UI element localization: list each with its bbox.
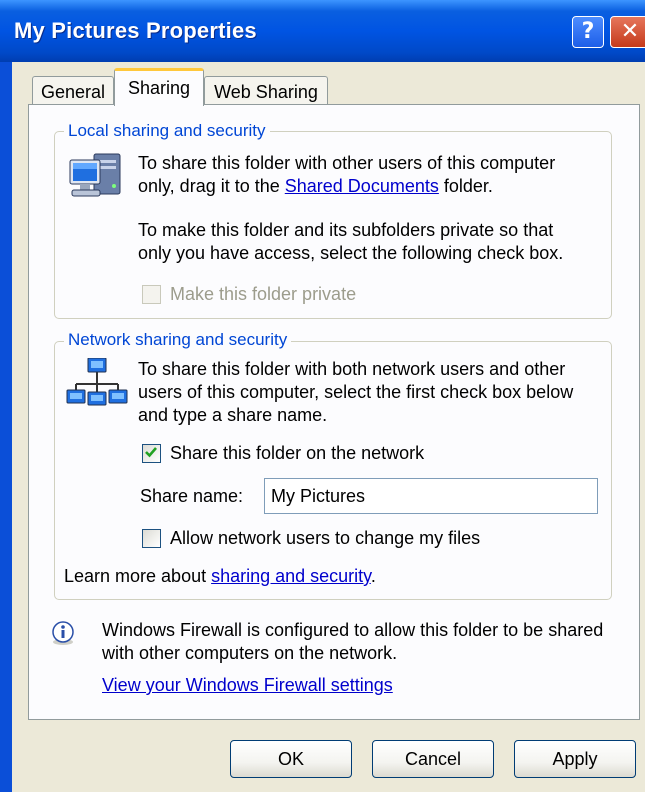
- share-name-label: Share name:: [140, 486, 244, 506]
- make-private-checkbox[interactable]: [142, 285, 161, 304]
- share-on-network-checkbox[interactable]: [142, 444, 161, 463]
- network-text-line1: To share this folder with both network u…: [138, 359, 566, 379]
- title-bar[interactable]: My Pictures Properties ? ✕: [0, 0, 645, 62]
- learn-more-prefix: Learn more about: [64, 566, 212, 586]
- info-icon: [52, 621, 74, 645]
- local-text-line2: only, drag it to the Shared Documents fo…: [138, 175, 493, 198]
- network-sharing-legend: Network sharing and security: [64, 330, 292, 350]
- tab-web-sharing[interactable]: Web Sharing: [204, 76, 328, 106]
- tab-sharing[interactable]: Sharing: [114, 68, 204, 106]
- network-text-line3: and type a share name.: [138, 405, 328, 425]
- help-button[interactable]: ?: [572, 16, 604, 48]
- cancel-button[interactable]: Cancel: [372, 740, 494, 778]
- network-icon: [66, 358, 128, 406]
- local-text-line1: To share this folder with other users of…: [138, 153, 556, 173]
- local-text-line2-suffix: folder.: [438, 176, 493, 196]
- local-sharing-legend: Local sharing and security: [64, 121, 270, 141]
- firewall-text-line2: with other computers on the network.: [102, 643, 398, 663]
- checkmark-icon: [145, 447, 157, 458]
- shared-documents-link[interactable]: Shared Documents: [285, 176, 439, 196]
- ok-button[interactable]: OK: [230, 740, 352, 778]
- properties-dialog: My Pictures Properties ? ✕ General Shari…: [0, 0, 645, 792]
- firewall-text-line1: Windows Firewall is configured to allow …: [102, 620, 604, 640]
- share-name-input[interactable]: [264, 478, 598, 514]
- learn-more-suffix: .: [370, 566, 376, 586]
- close-button[interactable]: ✕: [610, 16, 645, 48]
- local-text-line4: only you have access, select the followi…: [138, 243, 564, 263]
- network-text-line2: users of this computer, select the first…: [138, 382, 574, 402]
- close-icon: ✕: [620, 19, 640, 44]
- firewall-settings-link[interactable]: View your Windows Firewall settings: [102, 674, 393, 697]
- window-frame-left: [0, 62, 12, 792]
- learn-more-text: Learn more about sharing and security.: [64, 565, 376, 588]
- local-text-line3: To make this folder and its subfolders p…: [138, 220, 554, 240]
- window-title: My Pictures Properties: [14, 18, 257, 43]
- share-on-network-label: Share this folder on the network: [170, 443, 425, 463]
- sharing-and-security-link[interactable]: sharing and security: [211, 566, 371, 586]
- tab-general[interactable]: General: [32, 76, 114, 106]
- allow-change-label: Allow network users to change my files: [170, 528, 481, 548]
- make-private-label: Make this folder private: [170, 284, 357, 304]
- computer-icon: [69, 153, 121, 197]
- help-icon: ?: [581, 19, 595, 44]
- local-text-line2-prefix: only, drag it to the: [138, 176, 285, 196]
- apply-button[interactable]: Apply: [514, 740, 636, 778]
- allow-change-checkbox[interactable]: [142, 529, 161, 548]
